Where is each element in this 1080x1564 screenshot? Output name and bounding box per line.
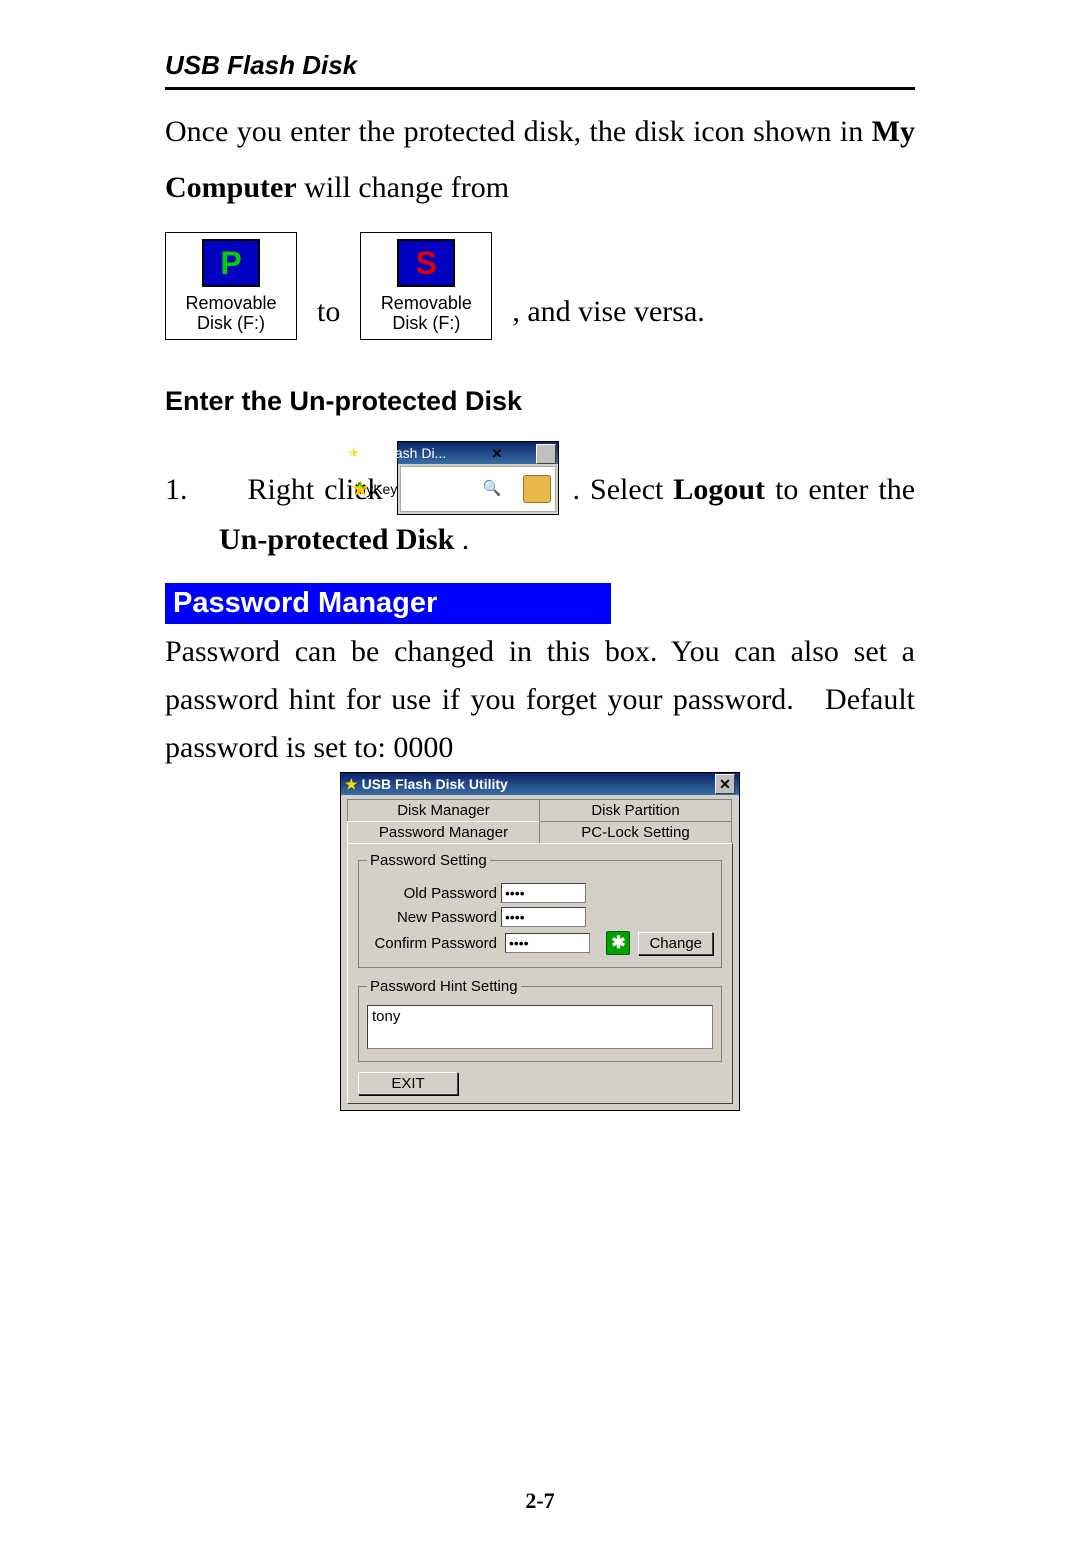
letter-p-icon: P — [220, 253, 241, 273]
password-setting-legend: Password Setting — [367, 852, 490, 869]
word-to: to — [317, 284, 340, 340]
password-hint-legend: Password Hint Setting — [367, 978, 521, 995]
old-password-row: Old Password — [367, 883, 713, 903]
utility-tabs-row2: Password Manager PC-Lock Setting — [341, 821, 739, 843]
after-icon-text: , and vise versa. — [512, 284, 704, 340]
util-star-icon: ★ — [345, 776, 358, 793]
disk-glyph-s: S — [397, 239, 455, 287]
password-hint-group: Password Hint Setting — [358, 978, 722, 1062]
step-b: . Select — [573, 473, 674, 506]
password-hint-input[interactable] — [367, 1005, 713, 1049]
letter-s-icon: S — [416, 253, 437, 273]
pwmgr-paragraph: Password can be changed in this box. You… — [165, 628, 915, 772]
password-manager-bar: Password Manager — [165, 583, 611, 624]
disk-label-2b: Disk (F:) — [392, 313, 460, 333]
old-password-input[interactable] — [501, 883, 586, 903]
running-header: USB Flash Disk — [165, 50, 915, 87]
confirm-password-label: Confirm Password — [367, 935, 497, 952]
step-1: 1. Right click ★ USB Flash Di... ✕ ★↖ My… — [165, 441, 915, 565]
tray-titlebar: ★ USB Flash Di... ✕ — [398, 442, 558, 464]
utility-tabs-row1: Disk Manager Disk Partition — [341, 795, 739, 821]
tab-disk-manager[interactable]: Disk Manager — [347, 799, 540, 821]
step-number: 1. — [165, 473, 188, 506]
utility-panel: Password Setting Old Password New Passwo… — [347, 843, 733, 1104]
new-password-row: New Password — [367, 907, 713, 927]
manual-page: USB Flash Disk Once you enter the protec… — [0, 0, 1080, 1564]
close-icon[interactable]: ✕ — [536, 444, 556, 464]
confirm-password-row: Confirm Password ✱ Change — [367, 931, 713, 955]
change-button[interactable]: Change — [638, 932, 713, 955]
disk-label-1b: Removable — [381, 293, 472, 313]
tab-disk-partition[interactable]: Disk Partition — [539, 799, 732, 821]
util-close-button[interactable]: ✕ — [715, 774, 735, 794]
disk-glyph-p: P — [202, 239, 260, 287]
utility-title: USB Flash Disk Utility — [362, 776, 508, 792]
step-d: . — [462, 523, 470, 556]
tray-popup-image: ★ USB Flash Di... ✕ ★↖ MyKey 🔍 — [397, 441, 559, 515]
old-password-label: Old Password — [367, 885, 497, 902]
change-asterisk-icon: ✱ — [606, 931, 630, 955]
logout-bold: Logout — [673, 473, 765, 506]
disk-icon-p: P Removable Disk (F:) — [165, 232, 297, 340]
magnifier-icon[interactable]: 🔍 — [523, 475, 551, 503]
header-rule — [165, 87, 915, 90]
utility-window: ★ USB Flash Disk Utility ✕ Disk Manager … — [340, 772, 740, 1111]
disk-icon-row: P Removable Disk (F:) to S Removable Dis… — [165, 232, 915, 340]
intro-paragraph: Once you enter the protected disk, the d… — [165, 104, 915, 216]
unprotected-heading: Enter the Un-protected Disk — [165, 386, 915, 417]
page-number: 2-7 — [0, 1488, 1080, 1514]
step-c: to enter the — [775, 473, 915, 506]
intro-text-b: will change from — [304, 171, 509, 204]
disk-label-1: Removable — [185, 293, 276, 313]
unprotected-bold: Un-protected Disk — [219, 523, 454, 556]
disk-icon-s: S Removable Disk (F:) — [360, 232, 492, 340]
tray-body: ★↖ MyKey 🔍 — [400, 466, 556, 512]
confirm-password-input[interactable] — [505, 933, 590, 953]
new-password-input[interactable] — [501, 907, 586, 927]
intro-text-a: Once you enter the protected disk, the d… — [165, 115, 872, 148]
disk-label-2: Disk (F:) — [197, 313, 265, 333]
tab-pclock-setting[interactable]: PC-Lock Setting — [539, 821, 732, 843]
password-setting-group: Password Setting Old Password New Passwo… — [358, 852, 722, 968]
utility-titlebar: ★ USB Flash Disk Utility ✕ — [341, 773, 739, 795]
exit-button[interactable]: EXIT — [358, 1072, 458, 1095]
new-password-label: New Password — [367, 909, 497, 926]
tab-password-manager[interactable]: Password Manager — [347, 821, 540, 843]
